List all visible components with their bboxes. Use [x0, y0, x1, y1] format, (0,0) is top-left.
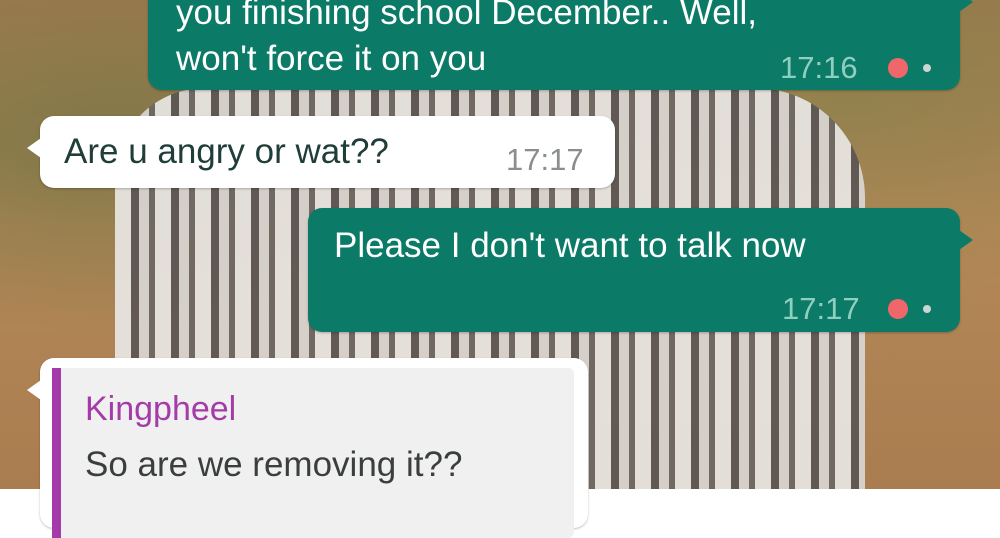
message-timestamp: 17:16	[780, 50, 858, 85]
outgoing-message-bubble[interactable]: you finishing school December.. Well, wo…	[148, 0, 973, 90]
outgoing-message-bubble[interactable]: Please I don't want to talk now 17:17	[308, 208, 973, 332]
quoted-sender-name: Kingpheel	[85, 390, 237, 428]
quoted-message-text: So are we removing it??	[85, 445, 463, 484]
quoted-message[interactable]: Kingpheel So are we removing it??	[52, 368, 574, 538]
delivery-status-small-dot-icon	[923, 64, 931, 72]
message-timestamp: 17:17	[506, 142, 584, 177]
delivery-status-dot-icon	[888, 58, 908, 78]
message-text-line: you finishing school December.. Well,	[176, 0, 758, 32]
quote-accent-bar	[52, 368, 61, 538]
incoming-reply-bubble[interactable]: Kingpheel So are we removing it??	[27, 358, 588, 538]
delivery-status-small-dot-icon	[923, 305, 931, 313]
delivery-status-dot-icon	[888, 299, 908, 319]
message-timestamp: 17:17	[782, 291, 860, 326]
incoming-message-bubble[interactable]: Are u angry or wat?? 17:17	[27, 116, 615, 188]
message-text: Are u angry or wat??	[64, 132, 389, 171]
message-text-line: won't force it on you	[176, 39, 487, 78]
message-text: Please I don't want to talk now	[334, 226, 806, 265]
